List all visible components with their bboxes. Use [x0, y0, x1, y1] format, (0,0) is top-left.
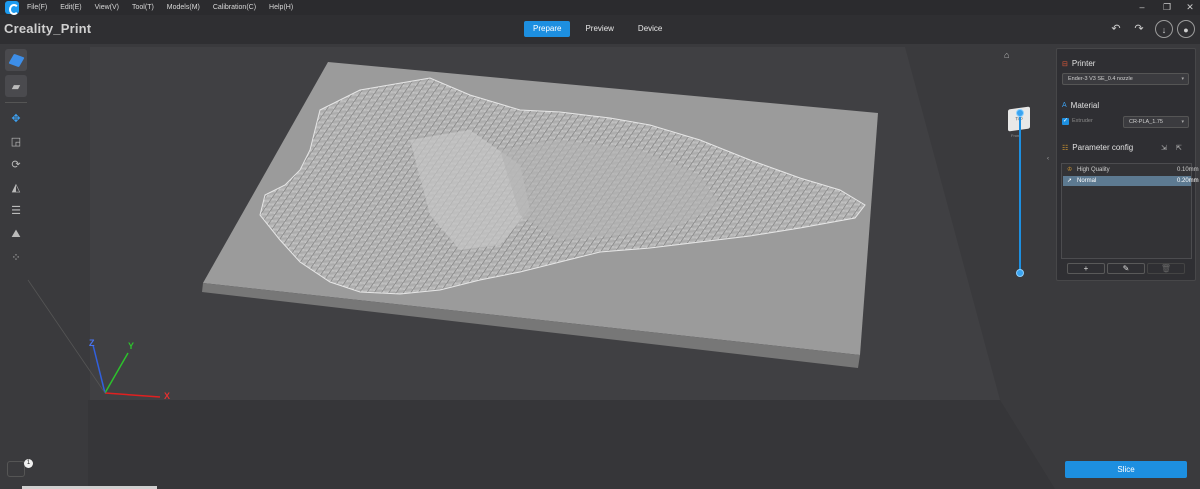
- trash-icon: 🗑: [1160, 264, 1172, 273]
- chevron-down-icon: ▾: [1181, 119, 1184, 125]
- move-icon: ✥: [11, 112, 21, 125]
- user-icon[interactable]: ●: [1177, 20, 1195, 38]
- folder-icon: ▰: [11, 80, 21, 93]
- layer-slider-top-handle[interactable]: [1016, 109, 1024, 117]
- quality-icon: ♔: [1067, 167, 1073, 173]
- tab-preview[interactable]: Preview: [576, 21, 622, 37]
- extruder-checkbox[interactable]: ✓: [1062, 118, 1069, 125]
- printer-icon: ⊟: [1062, 60, 1068, 68]
- build-plate-front: [88, 400, 1055, 489]
- menu-edit[interactable]: Edit(E): [60, 4, 81, 11]
- menu-calibration[interactable]: Calibration(C): [213, 4, 256, 11]
- plus-icon: +: [1083, 264, 1089, 273]
- profile-layer-height: 0.10mm: [1177, 167, 1199, 173]
- move-tool-button[interactable]: ✥: [5, 107, 27, 129]
- panel-collapse-icon[interactable]: ‹: [1047, 156, 1049, 162]
- param-heading: Parameter config: [1072, 143, 1134, 152]
- material-icon: A: [1062, 102, 1067, 109]
- rocket-icon: ➚: [1067, 178, 1073, 184]
- app-window: File(F) Edit(E) View(V) Tool(T) Models(M…: [0, 0, 1200, 489]
- support-tool-button[interactable]: ⛰: [5, 223, 27, 245]
- delete-profile-button[interactable]: 🗑: [1147, 263, 1185, 274]
- open-file-button[interactable]: ▰: [5, 75, 27, 97]
- menu-file[interactable]: File(F): [27, 4, 47, 11]
- profile-name: High Quality: [1077, 167, 1110, 173]
- menu-view[interactable]: View(V): [95, 4, 119, 11]
- printer-select[interactable]: Ender-3 V3 SE_0.4 nozzle ▾: [1062, 73, 1189, 85]
- maximize-icon[interactable]: ❐: [1157, 0, 1177, 15]
- param-header: ☷ Parameter config: [1062, 143, 1133, 152]
- profile-row-normal[interactable]: ➚ Normal 0.20mm: [1063, 176, 1199, 186]
- rotate-tool-button[interactable]: ⟳: [5, 153, 27, 175]
- edit-icon: ✎: [1122, 264, 1130, 273]
- app-title: Creality_Print: [4, 21, 92, 36]
- add-profile-button[interactable]: +: [1067, 263, 1105, 274]
- scale-icon: ◲: [10, 135, 22, 148]
- menu-help[interactable]: Help(H): [269, 4, 293, 11]
- close-icon[interactable]: ✕: [1180, 0, 1200, 15]
- redo-icon[interactable]: ↷: [1130, 20, 1148, 38]
- menu-models[interactable]: Models(M): [167, 4, 200, 11]
- menu-tool[interactable]: Tool(T): [132, 4, 154, 11]
- arrange-tool-button[interactable]: ⁘: [5, 246, 27, 268]
- y-axis-label: Y: [128, 341, 135, 351]
- tab-prepare[interactable]: Prepare: [524, 21, 571, 37]
- layer-slider-bottom-handle[interactable]: [1016, 269, 1024, 277]
- lay-flat-icon: ◭: [11, 181, 21, 194]
- material-value: CR-PLA_1.75: [1129, 119, 1163, 125]
- add-model-button[interactable]: [5, 49, 27, 71]
- param-icon: ☷: [1062, 144, 1069, 152]
- material-heading: Material: [1070, 101, 1100, 110]
- edit-profile-button[interactable]: ✎: [1107, 263, 1145, 274]
- notification-badge: 1: [24, 459, 33, 468]
- 3d-viewport[interactable]: X Y Z ▰ ✥ ◲ ⟳ ◭ ☰ ⛰ ⁘ ⌂ Top Front ‹ 1 Sl…: [0, 44, 1200, 489]
- export-icon[interactable]: ⇱: [1176, 144, 1182, 152]
- material-header: A Material: [1062, 101, 1099, 110]
- rotate-icon: ⟳: [11, 158, 21, 171]
- profile-layer-height: 0.20mm: [1177, 178, 1199, 184]
- title-bar: Creality_Print Prepare Preview Device ↶ …: [0, 15, 1200, 44]
- mode-tabs: Prepare Preview Device: [524, 21, 677, 37]
- extruder-label: Extruder: [1072, 118, 1093, 124]
- download-icon[interactable]: ↓: [1155, 20, 1173, 38]
- layer-slider-track[interactable]: [1019, 113, 1021, 273]
- z-axis-label: Z: [89, 338, 95, 348]
- x-axis-label: X: [164, 391, 171, 401]
- profile-row-high-quality[interactable]: ♔ High Quality 0.10mm: [1063, 165, 1199, 175]
- slice-button[interactable]: Slice: [1065, 461, 1187, 478]
- printer-value: Ender-3 V3 SE_0.4 nozzle: [1068, 76, 1133, 82]
- support-icon: ⛰: [11, 227, 21, 240]
- minimize-icon[interactable]: –: [1132, 0, 1152, 15]
- tab-device[interactable]: Device: [629, 21, 671, 37]
- material-select[interactable]: CR-PLA_1.75 ▾: [1123, 116, 1189, 128]
- cube-icon: [8, 53, 24, 67]
- profile-list: ♔ High Quality 0.10mm ➚ Normal 0.20mm: [1061, 163, 1199, 259]
- profile-name: Normal: [1077, 178, 1097, 184]
- scale-tool-button[interactable]: ◲: [5, 130, 27, 152]
- lay-flat-tool-button[interactable]: ◭: [5, 176, 27, 198]
- model-list-button[interactable]: ☰: [5, 199, 27, 221]
- list-icon: ☰: [11, 204, 21, 217]
- settings-panel: ⊟ Printer Ender-3 V3 SE_0.4 nozzle ▾ A M…: [1056, 48, 1199, 281]
- message-button[interactable]: [7, 461, 25, 477]
- menu-bar: File(F) Edit(E) View(V) Tool(T) Models(M…: [0, 0, 1200, 15]
- import-icon[interactable]: ⇲: [1161, 144, 1167, 152]
- printer-heading: Printer: [1071, 59, 1096, 68]
- app-logo-icon: [5, 1, 19, 15]
- undo-icon[interactable]: ↶: [1107, 20, 1125, 38]
- arrange-icon: ⁘: [11, 251, 21, 264]
- printer-header: ⊟ Printer: [1062, 59, 1095, 68]
- toolbar-divider: [5, 102, 27, 103]
- home-view-icon[interactable]: ⌂: [1004, 50, 1009, 60]
- chevron-down-icon: ▾: [1181, 76, 1184, 82]
